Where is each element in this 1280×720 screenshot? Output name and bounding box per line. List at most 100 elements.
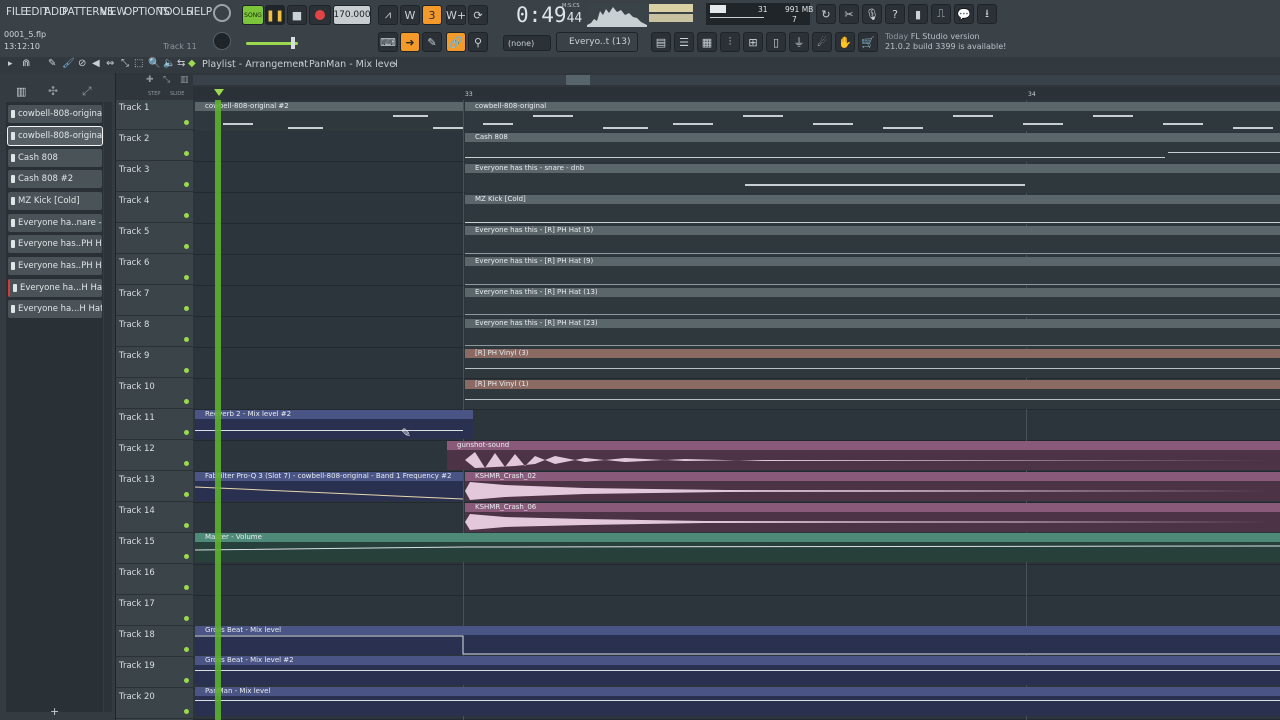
picker-patterns-icon[interactable]: ▥ (16, 85, 26, 98)
track-mute-led[interactable] (184, 151, 189, 156)
clip-body[interactable] (465, 173, 1280, 193)
track-mute-led[interactable] (184, 275, 189, 280)
clip-mz-kick[interactable]: MZ Kick [Cold] (465, 195, 1280, 204)
undo-history-button[interactable]: ↻ (816, 4, 836, 24)
track-mute-led[interactable] (184, 368, 189, 373)
pattern-item[interactable]: MZ Kick [Cold] (8, 192, 102, 210)
clip-snare-dnb[interactable]: Everyone has this - snare - dnb (465, 164, 1280, 173)
track-mute-led[interactable] (184, 647, 189, 652)
clip-reeverb-mix-level-2[interactable]: Reeverb 2 - Mix level #2 (195, 410, 473, 419)
link-button[interactable]: 🔗 (446, 32, 466, 52)
pattern-item[interactable]: Everyone has..PH Hat (5) (8, 235, 102, 253)
countdown-button[interactable]: 3 (422, 5, 442, 25)
news-panel[interactable]: Today FL Studio version 21.0.2 build 339… (885, 32, 1006, 52)
track-mute-led[interactable] (184, 182, 189, 187)
clip-body[interactable] (195, 419, 473, 439)
clip-cowbell-808-original-2[interactable]: cowbell-808-original #2 (195, 102, 463, 111)
track-header[interactable]: Track 15 (116, 534, 193, 564)
clip-ph-vinyl-3[interactable]: [R] PH Vinyl (3) (465, 349, 1280, 358)
pattern-item[interactable]: cowbell-808-original (8, 105, 102, 123)
track-mute-led[interactable] (184, 585, 189, 590)
track-mute-led[interactable] (184, 523, 189, 528)
track-header[interactable]: Track 19 (116, 658, 193, 688)
track-header[interactable]: Track 20 (116, 689, 193, 719)
clip-gross-beat-mix-level[interactable]: Gross Beat - Mix level (195, 626, 1280, 635)
track-mute-led[interactable] (184, 213, 189, 218)
add-track-icon[interactable]: ✚ (146, 75, 154, 85)
track-header[interactable]: Track 4 (116, 193, 193, 223)
plugin-button[interactable]: ⏚ (789, 32, 809, 52)
clip-kshmr-crash-06[interactable]: KSHMR_Crash_06 (465, 503, 1280, 512)
snap-arrow-button[interactable]: ➜ (400, 32, 420, 52)
clip-gross-beat-mix-level-2[interactable]: Gross Beat - Mix level #2 (195, 656, 1280, 665)
track-mute-led[interactable] (184, 430, 189, 435)
track-header[interactable]: Track 16 (116, 565, 193, 595)
stamp-button[interactable]: ⚲ (468, 32, 488, 52)
track-header[interactable]: Track 8 (116, 317, 193, 347)
clip-cash-808[interactable]: Cash 808 (465, 133, 1280, 142)
track-header[interactable]: Track 11 (116, 410, 193, 440)
magnet-icon[interactable]: ⋒ (22, 58, 30, 69)
speaker-tool-icon[interactable]: 🔈 (163, 58, 175, 69)
menu-view[interactable]: VIEW (100, 6, 127, 18)
mute-tool-icon[interactable]: ◀ (92, 58, 100, 69)
track-mute-led[interactable] (184, 244, 189, 249)
blend-notes-button[interactable]: W+ (446, 5, 466, 25)
clip-ph-hat-23[interactable]: Everyone has this - [R] PH Hat (23) (465, 319, 1280, 328)
clip-ph-hat-5[interactable]: Everyone has this - [R] PH Hat (5) (465, 226, 1280, 235)
pattern-item[interactable]: Everyone ha...H Hat (13) (8, 279, 102, 297)
track-mute-led[interactable] (184, 678, 189, 683)
clip-master-volume[interactable]: Master - Volume (195, 533, 1280, 542)
track-header[interactable]: Track 12 (116, 441, 193, 471)
clip-body[interactable] (465, 142, 1280, 162)
track-header[interactable]: Track 14 (116, 503, 193, 533)
step-label[interactable]: STEP (148, 91, 160, 97)
delete-tool-icon[interactable]: ⊘ (78, 58, 86, 69)
track-mute-led[interactable] (184, 492, 189, 497)
clip-body[interactable] (195, 696, 1280, 716)
song-mode-toggle[interactable]: SONG (242, 5, 264, 25)
clip-body[interactable] (465, 111, 1280, 131)
step-sequencer-button[interactable]: ▦ (697, 32, 717, 52)
master-volume-knob[interactable] (213, 4, 231, 22)
stop-button[interactable]: ■ (287, 5, 307, 25)
pencil-tool-icon[interactable]: ✎ (48, 58, 56, 69)
track-mute-led[interactable] (184, 120, 189, 125)
breadcrumb-clip[interactable]: PanMan - Mix level (309, 59, 398, 70)
playlist-button[interactable]: ☰ (674, 32, 694, 52)
track-header[interactable]: Track 17 (116, 596, 193, 626)
timeline-ruler[interactable] (193, 87, 1280, 100)
track-header[interactable]: Track 2 (116, 131, 193, 161)
project-button[interactable]: ▯ (766, 32, 786, 52)
zoom-tool-icon[interactable]: 🔍 (148, 58, 160, 69)
piano-roll-button[interactable]: ⌨ (378, 32, 398, 52)
pattern-item[interactable]: cowbell-808-original #2 (7, 126, 103, 146)
breadcrumb-arrow[interactable]: › (393, 59, 397, 70)
slip-tool-icon[interactable]: ⇔ (106, 58, 114, 69)
clip-body[interactable] (195, 665, 1280, 685)
track-header[interactable]: Track 10 (116, 379, 193, 409)
add-pattern-icon[interactable]: + (50, 705, 59, 718)
song-position-marker[interactable] (214, 89, 224, 96)
clip-ph-hat-13[interactable]: Everyone has this - [R] PH Hat (13) (465, 288, 1280, 297)
clip-body[interactable] (465, 266, 1280, 286)
pattern-select[interactable]: Everyo..t (13) (556, 32, 638, 52)
pattern-item[interactable]: Everyone ha...H Hat (23) (8, 300, 102, 318)
pattern-item[interactable]: Everyone has..PH Hat (9) (8, 257, 102, 275)
pattern-item[interactable]: Everyone ha..nare - dnb (8, 214, 102, 232)
snap-select[interactable]: (none) (503, 35, 551, 51)
track-mute-led[interactable] (184, 399, 189, 404)
cut-button[interactable]: ✂ (839, 4, 859, 24)
track-header[interactable]: Track 6 (116, 255, 193, 285)
clip-cowbell-808-original[interactable]: cowbell-808-original (465, 102, 1280, 111)
track-header[interactable]: Track 18 (116, 627, 193, 657)
arrangement-icon[interactable]: ◆ (188, 58, 196, 69)
mixer-button[interactable]: ⎍ (931, 4, 951, 24)
browser-button[interactable]: ⊞ (743, 32, 763, 52)
clip-ph-hat-9[interactable]: Everyone has this - [R] PH Hat (9) (465, 257, 1280, 266)
clip-panman-mix-level[interactable]: PanMan - Mix level (195, 687, 1280, 696)
clip-gunshot-sound[interactable]: gunshot-sound (447, 441, 1280, 450)
picker-audio-icon[interactable]: ✣ (48, 84, 58, 98)
slice-tool-icon[interactable]: ⤡ (121, 58, 129, 69)
picker-scrollbar[interactable] (104, 102, 112, 712)
